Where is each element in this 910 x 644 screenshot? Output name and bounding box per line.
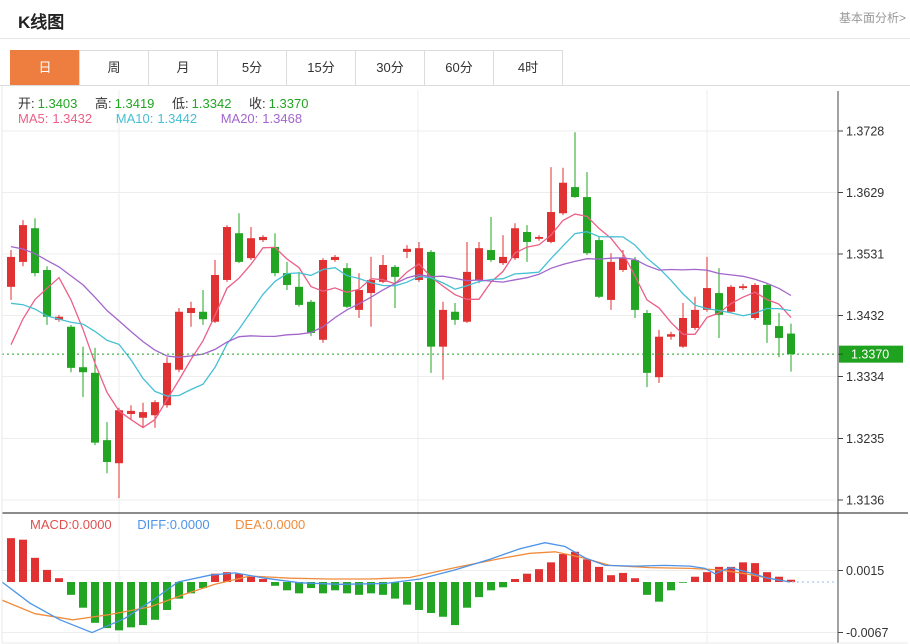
interval-tab-30分[interactable]: 30分 [355,50,425,86]
svg-text:1.3531: 1.3531 [846,247,884,261]
interval-tab-60分[interactable]: 60分 [424,50,494,86]
kline-widget: K线图 基本面分析> 日周月5分15分30分60分4时 1.3728 1.3629… [0,0,910,644]
axis-labels: 1.3728 1.3629 1.3531 1.3432 1.3334 1.3235 1.31… [838,125,888,641]
grid-layer [2,90,837,643]
svg-text:1.3235: 1.3235 [846,432,884,446]
interval-tabbar: 日周月5分15分30分60分4时 [10,50,563,86]
ma-lines [11,214,791,428]
interval-tab-周[interactable]: 周 [79,50,149,86]
svg-text:1.3334: 1.3334 [846,370,884,384]
svg-text:1.3629: 1.3629 [846,186,884,200]
interval-tab-日[interactable]: 日 [10,50,80,86]
interval-tab-4时[interactable]: 4时 [493,50,563,86]
interval-tab-月[interactable]: 月 [148,50,218,86]
macd-histogram [7,538,795,630]
svg-text:1.3136: 1.3136 [846,494,884,508]
interval-tab-15分[interactable]: 15分 [286,50,356,86]
svg-text:1.3728: 1.3728 [846,125,884,139]
page-title: K线图 [18,8,64,33]
svg-text:0.0015: 0.0015 [846,564,884,578]
fundamental-analysis-link[interactable]: 基本面分析> [839,9,906,26]
axis-layer [2,86,908,643]
title-divider [0,38,910,39]
current-price-tag: 1.3370 [838,346,903,363]
svg-text:1.3432: 1.3432 [846,309,884,323]
svg-text:-0.0067: -0.0067 [846,626,888,640]
svg-text:1.3370: 1.3370 [851,348,889,362]
kline-chart[interactable]: 1.3728 1.3629 1.3531 1.3432 1.3334 1.3235 1.31… [0,86,910,644]
interval-tab-5分[interactable]: 5分 [217,50,287,86]
